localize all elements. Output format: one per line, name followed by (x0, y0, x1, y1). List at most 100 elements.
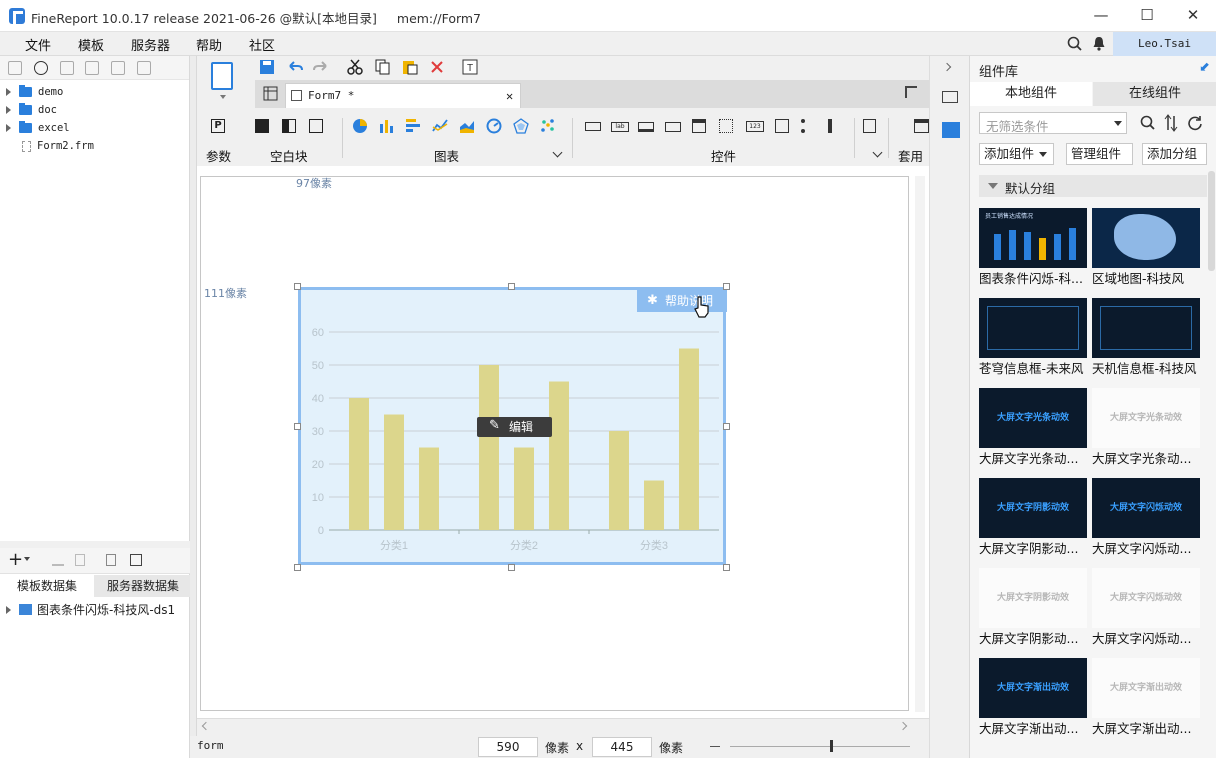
dataset-item[interactable]: 图表条件闪烁-科技风-ds1 (6, 601, 175, 618)
library-vscrollbar[interactable] (1208, 171, 1215, 271)
label-widget-icon[interactable]: lab (611, 122, 629, 132)
component-thumbnail[interactable] (979, 298, 1087, 358)
minimize-button[interactable]: — (1078, 0, 1124, 32)
refresh-icon[interactable] (1187, 115, 1203, 131)
resize-handle[interactable] (723, 283, 730, 290)
open-icon[interactable] (59, 61, 74, 75)
combobox-widget-icon[interactable] (665, 122, 681, 132)
component-thumbnail[interactable]: 大屏文字渐出动效 (1092, 658, 1200, 718)
undo-icon[interactable] (287, 59, 303, 75)
area-chart-icon[interactable] (459, 118, 475, 134)
component-card[interactable]: 大屏文字闪烁动效 大屏文字闪烁动... (1092, 478, 1200, 558)
pie-chart-icon[interactable] (352, 118, 368, 134)
scroll-left-icon[interactable] (201, 721, 211, 731)
parameter-icon[interactable]: P (211, 119, 225, 133)
tab-server-dataset[interactable]: 服务器数据集 (96, 575, 190, 597)
copy-icon[interactable] (137, 61, 152, 75)
component-card[interactable]: 员工销售达成情况 图表条件闪烁-科... (979, 208, 1087, 288)
collapse-group-icon[interactable] (988, 183, 998, 189)
add-group-button[interactable]: 添加分组 (1142, 143, 1207, 165)
close-tab-icon[interactable]: ✕ (506, 84, 513, 108)
component-card[interactable]: 大屏文字光条动效 大屏文字光条动... (979, 388, 1087, 468)
component-thumbnail[interactable]: 大屏文字阴影动效 (979, 478, 1087, 538)
zoom-out-icon[interactable] (710, 746, 720, 747)
resize-handle[interactable] (723, 564, 730, 571)
grid-icon[interactable] (263, 86, 279, 102)
resize-handle[interactable] (508, 283, 515, 290)
gauge-chart-icon[interactable] (486, 118, 502, 134)
textbox-widget-icon[interactable] (585, 122, 601, 131)
copy-icon[interactable] (375, 59, 391, 75)
radar-chart-icon[interactable] (513, 118, 529, 134)
menu-community[interactable]: 社区 (249, 35, 275, 54)
button-widget-icon[interactable] (638, 122, 654, 132)
settings-icon[interactable] (85, 61, 100, 75)
component-card[interactable]: 大屏文字闪烁动效 大屏文字闪烁动... (1092, 568, 1200, 648)
new-folder-icon[interactable] (8, 61, 22, 75)
refresh-icon[interactable] (33, 61, 48, 75)
component-card[interactable]: 天机信息框-科技风 (1092, 298, 1200, 378)
tab-menu-icon[interactable] (905, 86, 917, 98)
tab-form7[interactable]: Form7 * ✕ (285, 83, 521, 108)
add-component-button[interactable]: 添加组件 (979, 143, 1054, 165)
tab-template-dataset[interactable]: 模板数据集 (0, 575, 94, 597)
collapse-icon[interactable] (942, 62, 952, 72)
calendar-widget-icon[interactable] (719, 119, 733, 133)
menu-server[interactable]: 服务器 (131, 35, 170, 54)
component-thumbnail[interactable]: 大屏文字阴影动效 (979, 568, 1087, 628)
tab-online-components[interactable]: 在线组件 (1093, 82, 1216, 106)
component-thumbnail[interactable]: 大屏文字渐出动效 (979, 658, 1087, 718)
chevron-down-icon[interactable] (872, 147, 883, 158)
line-chart-icon[interactable] (432, 118, 448, 134)
resize-handle[interactable] (508, 564, 515, 571)
help-button[interactable]: 帮助说明 (637, 290, 727, 312)
resize-handle[interactable] (723, 423, 730, 430)
properties-panel-icon[interactable] (942, 91, 958, 103)
radio-group-icon[interactable] (801, 119, 815, 133)
chevron-down-icon[interactable] (552, 147, 563, 158)
menu-template[interactable]: 模板 (78, 35, 104, 54)
panel-splitter[interactable] (190, 56, 197, 758)
text-widget-icon[interactable]: T (462, 59, 478, 75)
tree-item-form2[interactable]: Form2.frm (22, 140, 94, 152)
manage-component-button[interactable]: 管理组件 (1066, 143, 1133, 165)
paste-icon[interactable] (402, 59, 418, 75)
resize-handle[interactable] (294, 564, 301, 571)
user-name[interactable]: Leo.Tsai (1113, 32, 1216, 56)
scatter-chart-icon[interactable] (540, 118, 556, 134)
bar-chart-icon[interactable] (379, 118, 395, 134)
redo-icon[interactable] (313, 59, 329, 75)
zoom-slider-thumb[interactable] (830, 740, 833, 752)
tab-block-icon[interactable] (309, 119, 323, 133)
height-input[interactable]: 445 (592, 737, 652, 757)
edit-dataset-icon[interactable] (52, 554, 64, 566)
component-card[interactable]: 区域地图-科技风 (1092, 208, 1200, 288)
tree-item-excel[interactable]: excel (6, 121, 70, 134)
textarea-widget-icon[interactable] (775, 119, 789, 133)
canvas-hscrollbar[interactable] (197, 718, 929, 736)
width-input[interactable]: 590 (478, 737, 538, 757)
pin-icon[interactable]: ⬋ (1199, 60, 1210, 75)
date-widget-icon[interactable] (692, 119, 706, 133)
delete-dataset-icon[interactable] (75, 554, 85, 566)
component-thumbnail[interactable]: 员工销售达成情况 (979, 208, 1087, 268)
maximize-button[interactable]: ☐ (1124, 0, 1170, 32)
component-thumbnail[interactable] (1092, 298, 1200, 358)
form-canvas[interactable]: 97像素 111像素 0 10 20 30 40 50 60 分类1 分类2 分类3 帮助说明 编… (200, 176, 909, 711)
expand-arrow-icon[interactable] (6, 106, 11, 114)
component-thumbnail[interactable] (1092, 208, 1200, 268)
component-library-icon[interactable] (942, 122, 960, 138)
component-thumbnail[interactable]: 大屏文字光条动效 (979, 388, 1087, 448)
menu-help[interactable]: 帮助 (196, 35, 222, 54)
component-card[interactable]: 大屏文字渐出动效 大屏文字渐出动... (1092, 658, 1200, 738)
dropdown-arrow-icon[interactable] (24, 557, 30, 561)
scroll-right-icon[interactable] (898, 721, 908, 731)
tab-local-components[interactable]: 本地组件 (970, 82, 1092, 106)
component-card[interactable]: 大屏文字阴影动效 大屏文字阴影动... (979, 568, 1087, 648)
group-header[interactable]: 默认分组 (979, 175, 1207, 197)
component-card[interactable]: 苍穹信息框-未来风 (979, 298, 1087, 378)
resize-handle[interactable] (294, 283, 301, 290)
dropdown-arrow-icon[interactable] (1114, 121, 1122, 126)
export-dataset-icon[interactable] (130, 554, 142, 566)
form-icon[interactable] (211, 62, 233, 90)
